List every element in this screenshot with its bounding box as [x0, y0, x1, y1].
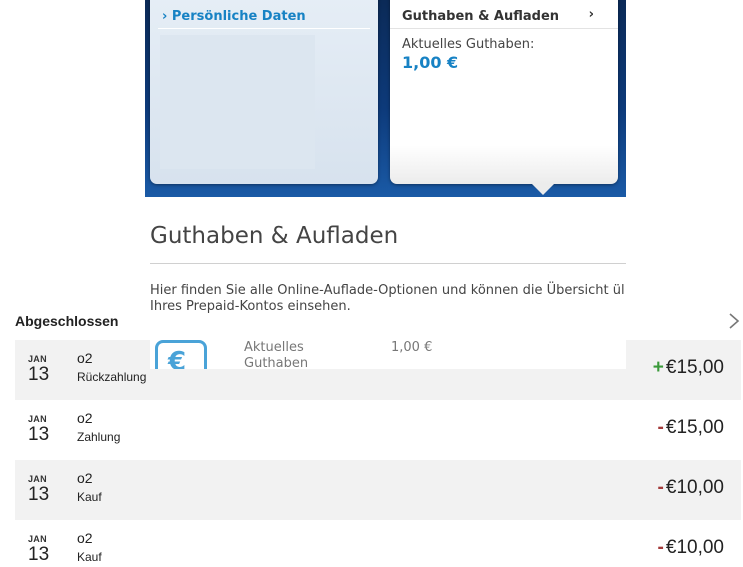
amount-sign: +	[652, 357, 664, 378]
transaction-type: Rückzahlung	[77, 370, 147, 384]
chevron-right-icon[interactable]	[727, 311, 741, 331]
card-pointer-arrow	[532, 184, 554, 195]
chevron-right-icon[interactable]: ›	[589, 7, 594, 22]
page-title: Guthaben & Aufladen	[150, 223, 399, 249]
transaction-month: JAN	[28, 414, 47, 424]
transaction-day: 13	[28, 424, 50, 445]
divider	[390, 28, 618, 29]
intro-line: Hier finden Sie alle Online-Auflade-Opti…	[150, 283, 625, 298]
transaction-type: Kauf	[77, 550, 102, 564]
card-image-placeholder	[160, 35, 315, 169]
transaction-row[interactable]: JAN 13 o2 Kauf - €10,00	[0, 460, 743, 520]
chevron-right-icon: ›	[162, 9, 168, 24]
intro-line: Ihres Prepaid-Kontos einsehen.	[150, 299, 351, 314]
transaction-list: JAN 13 o2 Rückzahlung + €15,00 JAN 13 o2 …	[0, 340, 743, 567]
card-personal-title[interactable]: › Persönliche Daten	[162, 9, 306, 24]
intro-text: Hier finden Sie alle Online-Auflade-Opti…	[150, 283, 626, 315]
transaction-day: 13	[28, 484, 50, 505]
transaction-merchant: o2	[77, 410, 93, 426]
amount-value: €10,00	[665, 477, 724, 498]
transaction-row[interactable]: JAN 13 o2 Rückzahlung + €15,00	[0, 340, 743, 400]
transaction-month: JAN	[28, 534, 47, 544]
transaction-type: Zahlung	[77, 430, 121, 444]
amount-value: €10,00	[665, 537, 724, 558]
transaction-day: 13	[28, 544, 50, 565]
card-credit-topup[interactable]: Guthaben & Aufladen › Aktuelles Guthaben…	[390, 0, 618, 184]
o2-banner: › Persönliche Daten Guthaben & Aufladen …	[145, 0, 626, 197]
amount-value: €15,00	[665, 417, 724, 438]
card-personal-data[interactable]: › Persönliche Daten	[150, 0, 378, 184]
transaction-month: JAN	[28, 354, 47, 364]
section-title-completed: Abgeschlossen	[15, 313, 119, 329]
transaction-merchant: o2	[77, 350, 93, 366]
card-credit-title[interactable]: Guthaben & Aufladen	[402, 9, 559, 24]
credit-balance-label: Aktuelles Guthaben:	[402, 37, 535, 52]
transaction-month: JAN	[28, 474, 47, 484]
row-background	[15, 460, 741, 520]
credit-balance-value: 1,00 €	[402, 53, 459, 72]
transaction-amount: - €10,00	[658, 537, 724, 559]
amount-value: €15,00	[665, 357, 724, 378]
divider	[158, 28, 370, 29]
transaction-merchant: o2	[77, 530, 93, 546]
transaction-amount: - €15,00	[658, 417, 724, 439]
amount-sign: -	[657, 477, 664, 498]
divider	[150, 263, 626, 264]
transaction-row[interactable]: JAN 13 o2 Kauf - €10,00	[0, 520, 743, 567]
transaction-row[interactable]: JAN 13 o2 Zahlung - €15,00	[0, 400, 743, 460]
transaction-merchant: o2	[77, 470, 93, 486]
transaction-type: Kauf	[77, 490, 102, 504]
amount-sign: -	[657, 417, 664, 438]
card-personal-label: Persönliche Daten	[171, 9, 306, 24]
transaction-amount: + €15,00	[653, 357, 724, 379]
transaction-amount: - €10,00	[658, 477, 724, 499]
amount-sign: -	[657, 537, 664, 558]
transaction-day: 13	[28, 364, 50, 385]
